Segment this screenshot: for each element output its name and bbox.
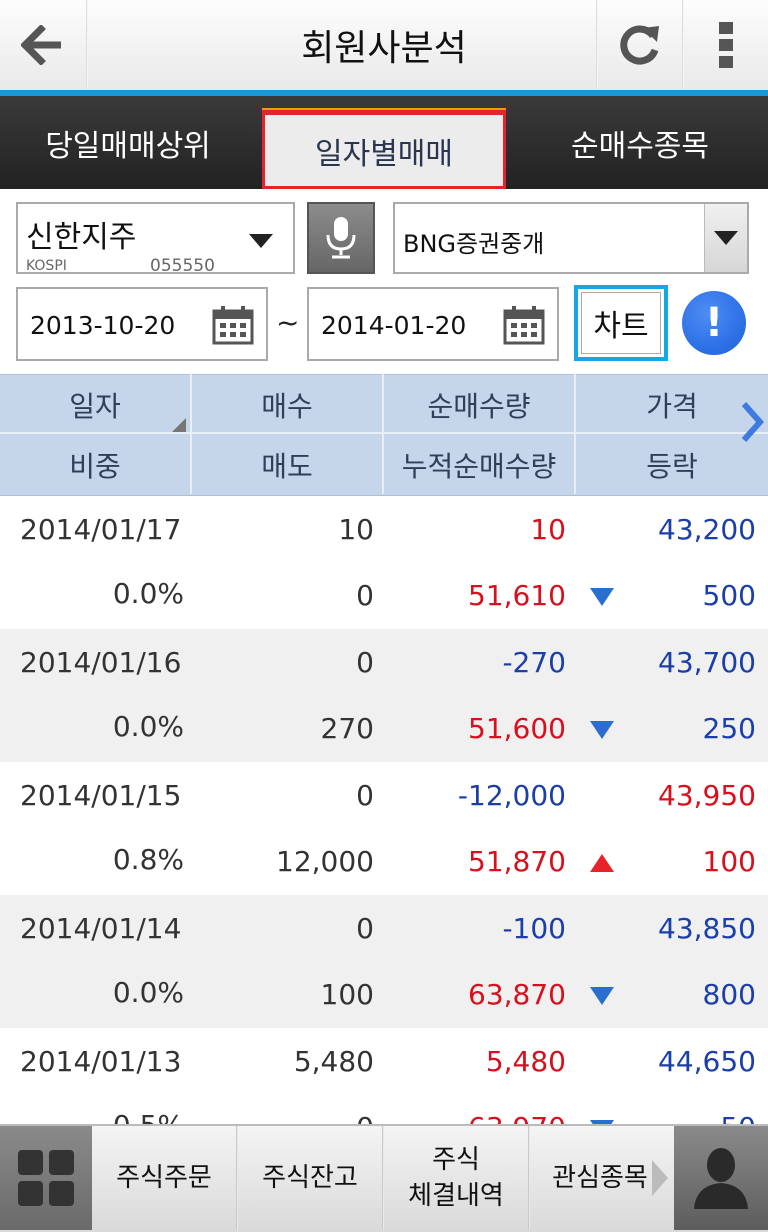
row-sell: 100	[320, 978, 374, 1011]
header-cumulative[interactable]: 누적순매수량	[384, 436, 574, 494]
row-sell: 12,000	[276, 845, 374, 878]
microphone-icon	[326, 217, 356, 259]
table-row[interactable]: 2014/01/14 0 -100 43,850 0.0% 100 63,870 800	[0, 895, 768, 1028]
chart-button-label: 차트	[581, 292, 661, 354]
start-date-field[interactable]: 2013-10-20	[16, 287, 268, 361]
row-buy: 0	[356, 912, 374, 945]
more-menu-button[interactable]	[684, 0, 768, 90]
row-ratio: 0.0%	[112, 577, 184, 610]
row-date: 2014/01/15	[20, 779, 182, 812]
end-date-field[interactable]: 2014-01-20	[307, 287, 559, 361]
chevron-down-icon	[249, 234, 273, 248]
header-date[interactable]: 일자	[0, 376, 190, 434]
refresh-icon	[620, 25, 659, 65]
chevron-down-icon	[714, 231, 738, 245]
table-row[interactable]: 2014/01/15 0 -12,000 43,950 0.8% 12,000 51,870…	[0, 762, 768, 895]
broker-select[interactable]: BNG증권중개	[393, 202, 749, 274]
info-button[interactable]: !	[682, 291, 746, 355]
stock-name: 신한지주	[26, 220, 137, 255]
row-sell: 270	[320, 712, 374, 745]
row-price: 43,950	[658, 779, 756, 812]
row-price: 43,200	[658, 513, 756, 546]
down-triangle-icon	[590, 721, 614, 739]
tab-net-buy-stocks[interactable]: 순매수종목	[512, 96, 768, 189]
down-triangle-icon	[590, 987, 614, 1005]
row-change: 250	[702, 712, 756, 745]
row-ratio: 0.8%	[112, 843, 184, 876]
row-change: 100	[702, 845, 756, 878]
row-change: 800	[702, 978, 756, 1011]
broker-value: BNG증권중개	[403, 230, 545, 258]
calendar-icon[interactable]	[503, 305, 545, 345]
nav-stock-order[interactable]: 주식주문	[92, 1126, 236, 1230]
user-icon	[694, 1148, 748, 1209]
page-title: 회원사분석	[301, 28, 467, 69]
end-date-value: 2014-01-20	[321, 311, 467, 340]
row-buy: 10	[338, 513, 374, 546]
down-triangle-icon	[590, 588, 614, 606]
refresh-button[interactable]	[598, 0, 682, 90]
arrow-left-icon	[21, 25, 61, 65]
nav-more-arrow-icon	[652, 1160, 668, 1196]
stock-selector[interactable]: 신한지주 KOSPI 055550	[16, 202, 295, 276]
table-row[interactable]: 2014/01/17 10 10 43,200 0.0% 0 51,610 500	[0, 496, 768, 629]
row-buy: 0	[356, 779, 374, 812]
row-date: 2014/01/16	[20, 646, 182, 679]
row-cumulative: 51,600	[468, 712, 566, 745]
sort-indicator-icon	[172, 418, 186, 432]
header-divider	[86, 0, 88, 90]
table-row[interactable]: 2014/01/16 0 -270 43,700 0.0% 270 51,600 250	[0, 629, 768, 762]
row-net-buy: 5,480	[485, 1045, 566, 1078]
row-price: 43,700	[658, 646, 756, 679]
header-sell[interactable]: 매도	[192, 436, 382, 494]
nav-stock-balance[interactable]: 주식잔고	[238, 1126, 382, 1230]
nav-watchlist[interactable]: 관심종목	[530, 1126, 670, 1230]
stock-code: 055550	[150, 256, 215, 276]
row-date: 2014/01/17	[20, 513, 182, 546]
back-button[interactable]	[0, 0, 86, 90]
voice-search-button[interactable]	[307, 202, 375, 274]
calendar-icon[interactable]	[212, 305, 254, 345]
header-net-buy[interactable]: 순매수량	[384, 376, 574, 434]
nav-execution-history[interactable]: 주식 체결내역	[384, 1126, 528, 1230]
row-net-buy: -270	[502, 646, 566, 679]
row-buy: 0	[356, 646, 374, 679]
tab-daily-trading[interactable]: 일자별매매	[262, 110, 506, 189]
row-net-buy: -100	[502, 912, 566, 945]
dropdown-arrow	[704, 204, 747, 272]
home-menu-button[interactable]	[0, 1126, 92, 1230]
row-ratio: 0.0%	[112, 976, 184, 1009]
chevron-right-icon[interactable]	[740, 400, 766, 444]
up-triangle-icon	[590, 854, 614, 872]
row-change: 500	[702, 579, 756, 612]
row-price: 44,650	[658, 1045, 756, 1078]
grid-icon	[18, 1150, 74, 1206]
header-change[interactable]: 등락	[576, 436, 768, 494]
row-net-buy: -12,000	[457, 779, 566, 812]
row-buy: 5,480	[293, 1045, 374, 1078]
tab-daily-top[interactable]: 당일매매상위	[0, 96, 256, 189]
row-date: 2014/01/14	[20, 912, 182, 945]
chart-button[interactable]: 차트	[574, 285, 668, 361]
row-cumulative: 63,870	[468, 978, 566, 1011]
user-button[interactable]	[674, 1126, 768, 1230]
header-buy[interactable]: 매수	[192, 376, 382, 434]
more-vertical-icon	[719, 22, 733, 68]
date-range-separator: ~	[276, 306, 300, 339]
row-cumulative: 51,610	[468, 579, 566, 612]
row-cumulative: 51,870	[468, 845, 566, 878]
header-ratio[interactable]: 비중	[0, 436, 190, 494]
row-sell: 0	[356, 579, 374, 612]
row-date: 2014/01/13	[20, 1045, 182, 1078]
row-net-buy: 10	[530, 513, 566, 546]
row-ratio: 0.0%	[112, 710, 184, 743]
stock-market: KOSPI	[26, 258, 67, 274]
row-price: 43,850	[658, 912, 756, 945]
start-date-value: 2013-10-20	[30, 311, 176, 340]
